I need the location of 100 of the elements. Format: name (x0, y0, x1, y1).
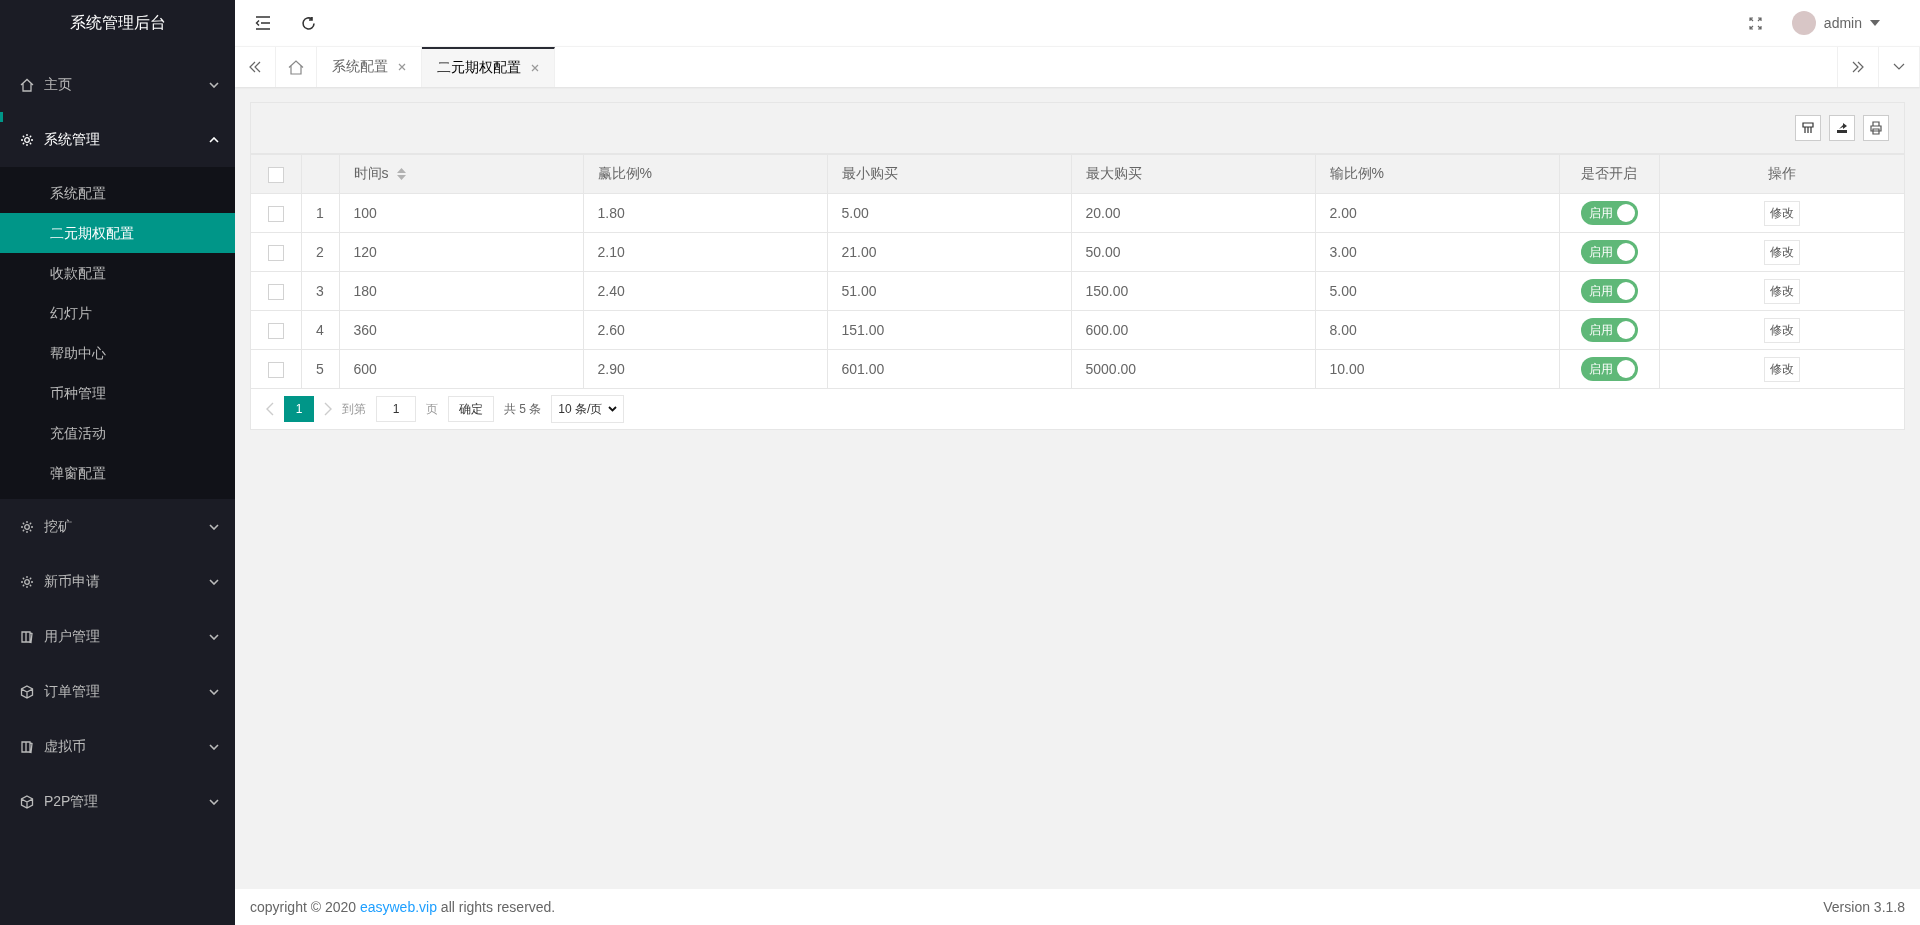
tab[interactable]: 二元期权配置 (422, 47, 555, 87)
user-name[interactable]: admin (1823, 15, 1862, 31)
table-cell: 150.00 (1085, 283, 1129, 299)
table-cell: 600 (353, 361, 377, 377)
table-cell: 601.00 (841, 361, 885, 377)
column-header: 是否开启 (1581, 165, 1637, 181)
sidebar-item[interactable]: 订单管理 (0, 664, 235, 719)
submenu-item[interactable]: 收款配置 (0, 253, 235, 293)
edit-button[interactable]: 修改 (1763, 239, 1800, 265)
chevron-down-icon (209, 578, 219, 585)
gear-icon (20, 519, 34, 534)
column-header: 操作 (1767, 165, 1796, 181)
book-icon (20, 739, 34, 754)
table-cell: 51.00 (841, 283, 877, 299)
export-icon[interactable] (1829, 115, 1855, 141)
table-cell: 151.00 (841, 322, 885, 338)
submenu-item[interactable]: 二元期权配置 (0, 213, 235, 253)
table-cell: 2.40 (597, 283, 625, 299)
sidebar-item[interactable]: 挖矿 (0, 499, 235, 554)
book-icon (20, 629, 34, 644)
table-cell: 50.00 (1085, 244, 1121, 260)
table-cell: 5000.00 (1085, 361, 1137, 377)
next-page-icon[interactable] (324, 402, 332, 416)
home-icon (20, 77, 34, 92)
close-icon[interactable] (398, 63, 406, 71)
column-header: 赢比例% (597, 165, 652, 181)
table-cell: 5.00 (841, 205, 869, 221)
row-number: 4 (316, 322, 324, 338)
sort-icon[interactable] (396, 168, 406, 181)
page-size-select[interactable]: 10 条/页 (551, 395, 625, 423)
scroll-right-icon[interactable] (1837, 47, 1879, 87)
prev-page-icon[interactable] (266, 402, 274, 416)
table-cell: 21.00 (841, 244, 877, 260)
checkbox[interactable] (267, 322, 284, 339)
table-cell: 10.00 (1329, 361, 1365, 377)
gear-icon (20, 132, 34, 147)
sidebar-item[interactable]: 新币申请 (0, 554, 235, 609)
table-cell: 8.00 (1329, 322, 1357, 338)
column-header[interactable]: 时间s (353, 165, 389, 181)
table-cell: 1.80 (597, 205, 625, 221)
table-cell: 2.60 (597, 322, 625, 338)
row-number: 2 (316, 244, 324, 260)
sidebar-item[interactable]: 系统管理 (0, 112, 235, 167)
table-cell: 3.00 (1329, 244, 1357, 260)
sidebar-item[interactable]: 虚拟币 (0, 719, 235, 774)
cube-icon (20, 794, 34, 809)
submenu-item[interactable]: 充值活动 (0, 413, 235, 453)
app-title: 系统管理后台 (68, 12, 167, 33)
submenu-item[interactable]: 币种管理 (0, 373, 235, 413)
checkbox[interactable] (267, 283, 284, 300)
submenu-item[interactable]: 帮助中心 (0, 333, 235, 373)
submenu-item[interactable]: 弹窗配置 (0, 453, 235, 493)
edit-button[interactable]: 修改 (1763, 356, 1800, 382)
submenu-item[interactable]: 幻灯片 (0, 293, 235, 333)
chevron-down-icon (209, 743, 219, 750)
page-number[interactable]: 1 (284, 396, 314, 422)
print-icon[interactable] (1863, 115, 1889, 141)
table-cell: 2.00 (1329, 205, 1357, 221)
row-number: 3 (316, 283, 324, 299)
confirm-button[interactable]: 确定 (448, 396, 494, 422)
table-cell: 2.10 (597, 244, 625, 260)
goto-label: 到第 (342, 400, 366, 418)
sidebar-item[interactable]: 主页 (0, 57, 235, 112)
chevron-down-icon (209, 798, 219, 805)
page-unit-label: 页 (426, 400, 438, 418)
chevron-down-icon (209, 81, 219, 88)
column-header: 最小购买 (841, 165, 898, 181)
checkbox[interactable] (267, 205, 284, 222)
copyright-text: copyright © 2020 easyweb.vip all rights reserved. (250, 899, 556, 915)
submenu-item[interactable]: 系统配置 (0, 173, 235, 213)
column-header: 最大购买 (1085, 165, 1142, 181)
row-number: 1 (316, 205, 324, 221)
version-text: Version 3.1.8 (1823, 899, 1905, 915)
checkbox[interactable] (267, 244, 284, 261)
columns-filter-icon[interactable] (1795, 115, 1821, 141)
checkbox[interactable] (267, 166, 284, 183)
table-cell: 20.00 (1085, 205, 1121, 221)
cube-icon (20, 684, 34, 699)
total-count: 共 5 条 (504, 400, 542, 418)
refresh-icon[interactable] (301, 15, 316, 31)
close-icon[interactable] (531, 64, 539, 72)
chevron-up-icon (209, 136, 219, 143)
chevron-down-icon (209, 688, 219, 695)
sidebar-item[interactable]: P2P管理 (0, 774, 235, 829)
edit-button[interactable]: 修改 (1763, 317, 1800, 343)
caret-icon[interactable] (608, 406, 618, 412)
sidebar-item[interactable]: 用户管理 (0, 609, 235, 664)
avatar[interactable] (1791, 11, 1816, 35)
chevron-down-icon (209, 633, 219, 640)
table-cell: 600.00 (1085, 322, 1129, 338)
fullscreen-icon[interactable] (1748, 16, 1762, 30)
table-cell: 100 (353, 205, 377, 221)
row-number: 5 (316, 361, 324, 377)
edit-button[interactable]: 修改 (1763, 278, 1800, 304)
checkbox[interactable] (267, 361, 284, 378)
table-cell: 5.00 (1329, 283, 1357, 299)
edit-button[interactable]: 修改 (1763, 200, 1800, 226)
menu-collapse-icon[interactable] (255, 16, 271, 30)
page-input[interactable]: 1 (376, 396, 416, 422)
gear-icon (20, 574, 34, 589)
